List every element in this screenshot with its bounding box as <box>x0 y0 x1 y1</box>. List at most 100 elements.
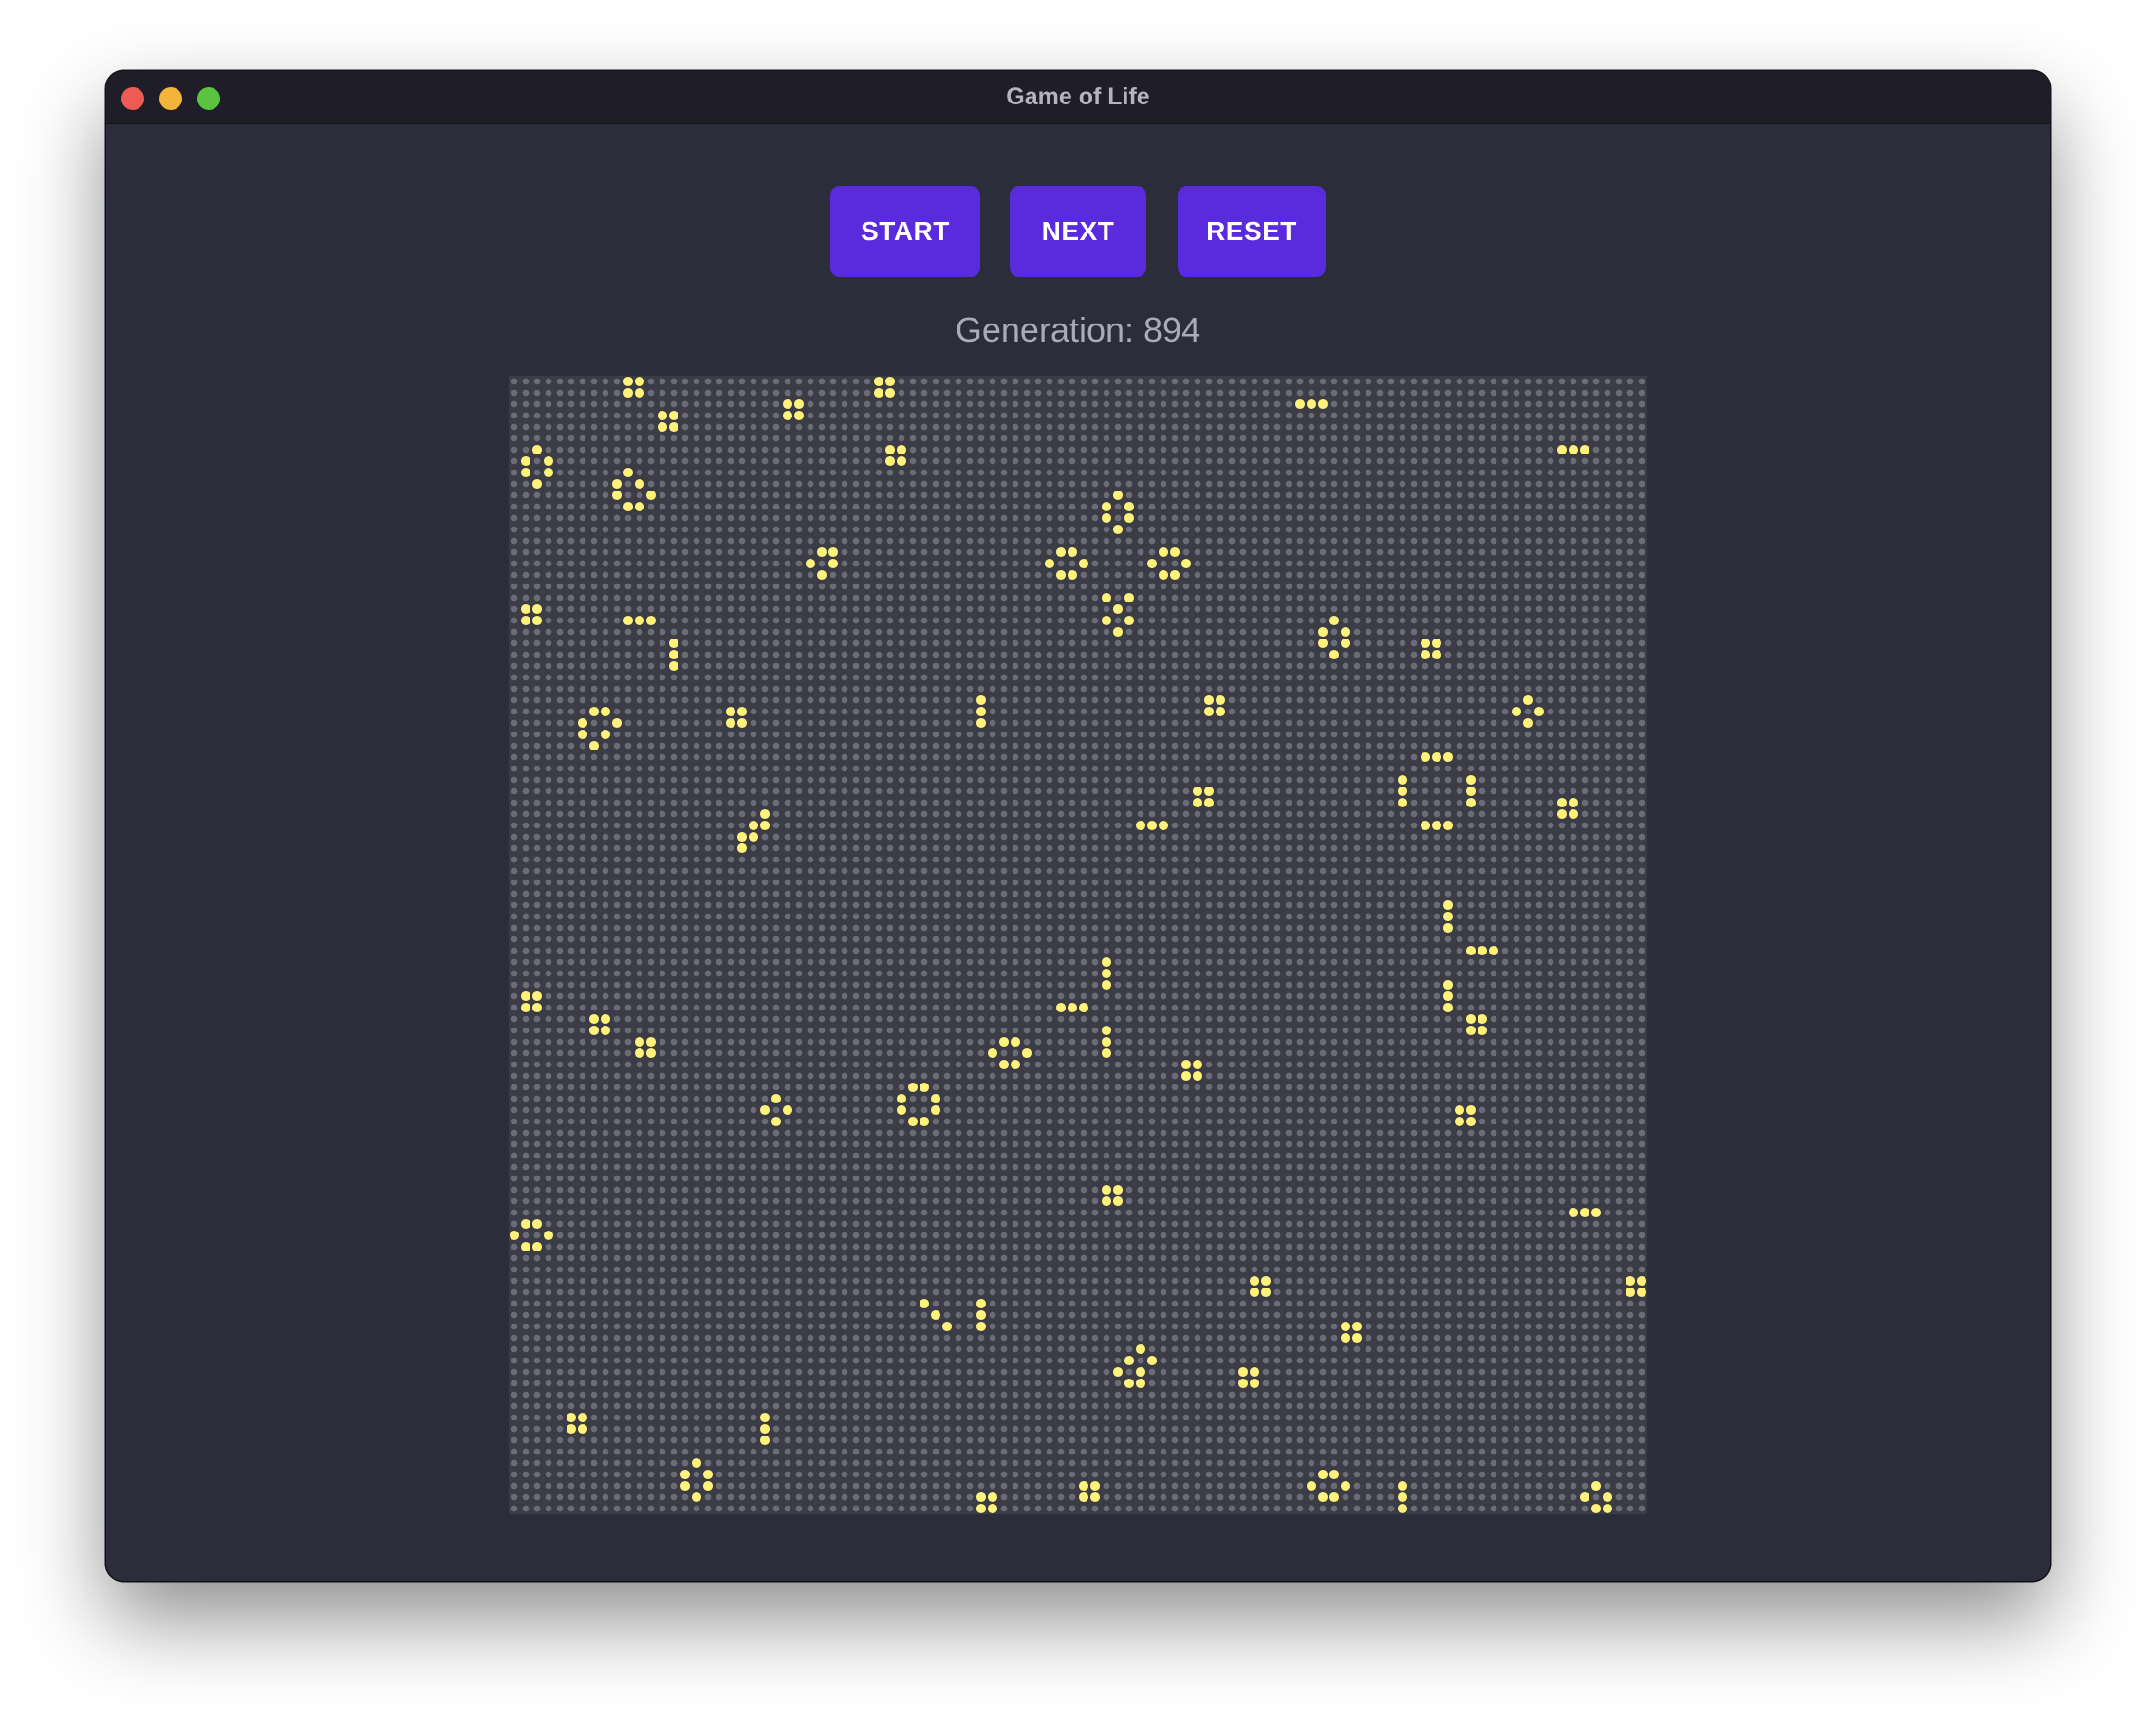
live-cell[interactable] <box>1067 1002 1078 1013</box>
live-cell[interactable] <box>1124 1355 1135 1366</box>
live-cell[interactable] <box>930 1093 941 1104</box>
live-cell[interactable] <box>1158 547 1169 558</box>
live-cell[interactable] <box>623 615 634 626</box>
live-cell[interactable] <box>1442 911 1454 922</box>
live-cell[interactable] <box>1260 1275 1272 1287</box>
live-cell[interactable] <box>1124 501 1135 512</box>
live-cell[interactable] <box>623 467 634 478</box>
live-cell[interactable] <box>1146 820 1158 831</box>
live-cell[interactable] <box>1351 1321 1363 1332</box>
live-cell[interactable] <box>976 1491 987 1503</box>
live-cell[interactable] <box>1192 797 1203 808</box>
live-cell[interactable] <box>1124 592 1135 603</box>
live-cell[interactable] <box>1431 820 1442 831</box>
live-cell[interactable] <box>634 615 645 626</box>
live-cell[interactable] <box>1431 649 1442 660</box>
live-cell[interactable] <box>1397 786 1408 797</box>
live-cell[interactable] <box>1101 956 1112 968</box>
live-cell[interactable] <box>1465 1025 1477 1036</box>
live-cell[interactable] <box>1442 922 1454 934</box>
live-cell[interactable] <box>1568 797 1579 808</box>
live-cell[interactable] <box>976 1321 987 1332</box>
live-cell[interactable] <box>1101 1025 1112 1036</box>
live-cell[interactable] <box>634 478 645 490</box>
live-cell[interactable] <box>1397 1480 1408 1491</box>
live-cell[interactable] <box>816 569 827 581</box>
live-cell[interactable] <box>1010 1059 1021 1070</box>
live-cell[interactable] <box>987 1047 998 1059</box>
live-cell[interactable] <box>531 478 543 490</box>
live-cell[interactable] <box>645 615 657 626</box>
live-cell[interactable] <box>520 1002 531 1013</box>
live-cell[interactable] <box>1192 786 1203 797</box>
live-cell[interactable] <box>907 1082 919 1093</box>
live-cell[interactable] <box>611 717 623 729</box>
live-cell[interactable] <box>896 1104 907 1116</box>
live-cell[interactable] <box>1169 569 1180 581</box>
live-cell[interactable] <box>1522 717 1533 729</box>
live-cell[interactable] <box>759 820 771 831</box>
live-cell[interactable] <box>1101 1195 1112 1207</box>
live-cell[interactable] <box>531 1241 543 1252</box>
live-cell[interactable] <box>668 638 679 649</box>
live-cell[interactable] <box>987 1491 998 1503</box>
live-cell[interactable] <box>543 455 554 467</box>
live-cell[interactable] <box>759 808 771 820</box>
live-cell[interactable] <box>1021 1047 1032 1059</box>
live-cell[interactable] <box>759 1435 771 1446</box>
live-cell[interactable] <box>873 387 884 398</box>
live-cell[interactable] <box>1442 820 1454 831</box>
live-cell[interactable] <box>1442 991 1454 1002</box>
live-cell[interactable] <box>1078 1002 1089 1013</box>
live-cell[interactable] <box>1180 1070 1192 1082</box>
live-cell[interactable] <box>588 740 600 751</box>
live-cell[interactable] <box>987 1503 998 1514</box>
live-cell[interactable] <box>1329 615 1340 626</box>
live-cell[interactable] <box>1124 615 1135 626</box>
live-cell[interactable] <box>1636 1287 1647 1298</box>
live-cell[interactable] <box>691 1491 702 1503</box>
live-cell[interactable] <box>1465 1104 1477 1116</box>
live-cell[interactable] <box>520 455 531 467</box>
live-cell[interactable] <box>1203 797 1215 808</box>
live-cell[interactable] <box>1329 649 1340 660</box>
live-cell[interactable] <box>1044 558 1055 569</box>
live-cell[interactable] <box>816 547 827 558</box>
live-cell[interactable] <box>520 991 531 1002</box>
live-cell[interactable] <box>793 410 805 421</box>
live-cell[interactable] <box>1568 808 1579 820</box>
live-cell[interactable] <box>1454 1104 1465 1116</box>
live-cell[interactable] <box>1192 1059 1203 1070</box>
live-cell[interactable] <box>1055 1002 1067 1013</box>
live-cell[interactable] <box>1203 786 1215 797</box>
live-cell[interactable] <box>1135 1366 1146 1378</box>
live-cell[interactable] <box>634 501 645 512</box>
live-cell[interactable] <box>566 1423 577 1435</box>
live-cell[interactable] <box>1124 512 1135 524</box>
live-cell[interactable] <box>1465 797 1477 808</box>
live-cell[interactable] <box>1420 751 1431 763</box>
live-cell[interactable] <box>1317 638 1329 649</box>
live-cell[interactable] <box>1317 1491 1329 1503</box>
live-cell[interactable] <box>1192 1070 1203 1082</box>
live-cell[interactable] <box>1180 1059 1192 1070</box>
live-cell[interactable] <box>1101 979 1112 991</box>
live-cell[interactable] <box>930 1104 941 1116</box>
live-cell[interactable] <box>725 706 736 717</box>
live-cell[interactable] <box>1112 490 1124 501</box>
live-cell[interactable] <box>1249 1378 1260 1389</box>
live-cell[interactable] <box>600 729 611 740</box>
live-cell[interactable] <box>1465 1116 1477 1127</box>
live-cell[interactable] <box>1089 1480 1101 1491</box>
live-cell[interactable] <box>736 843 748 854</box>
live-cell[interactable] <box>1067 547 1078 558</box>
live-cell[interactable] <box>1101 501 1112 512</box>
live-cell[interactable] <box>1112 524 1124 535</box>
live-cell[interactable] <box>668 660 679 672</box>
live-cell[interactable] <box>1237 1378 1249 1389</box>
live-cell[interactable] <box>1101 1184 1112 1195</box>
live-cell[interactable] <box>1522 695 1533 706</box>
live-cell[interactable] <box>668 649 679 660</box>
live-cell[interactable] <box>1454 1116 1465 1127</box>
live-cell[interactable] <box>919 1082 930 1093</box>
